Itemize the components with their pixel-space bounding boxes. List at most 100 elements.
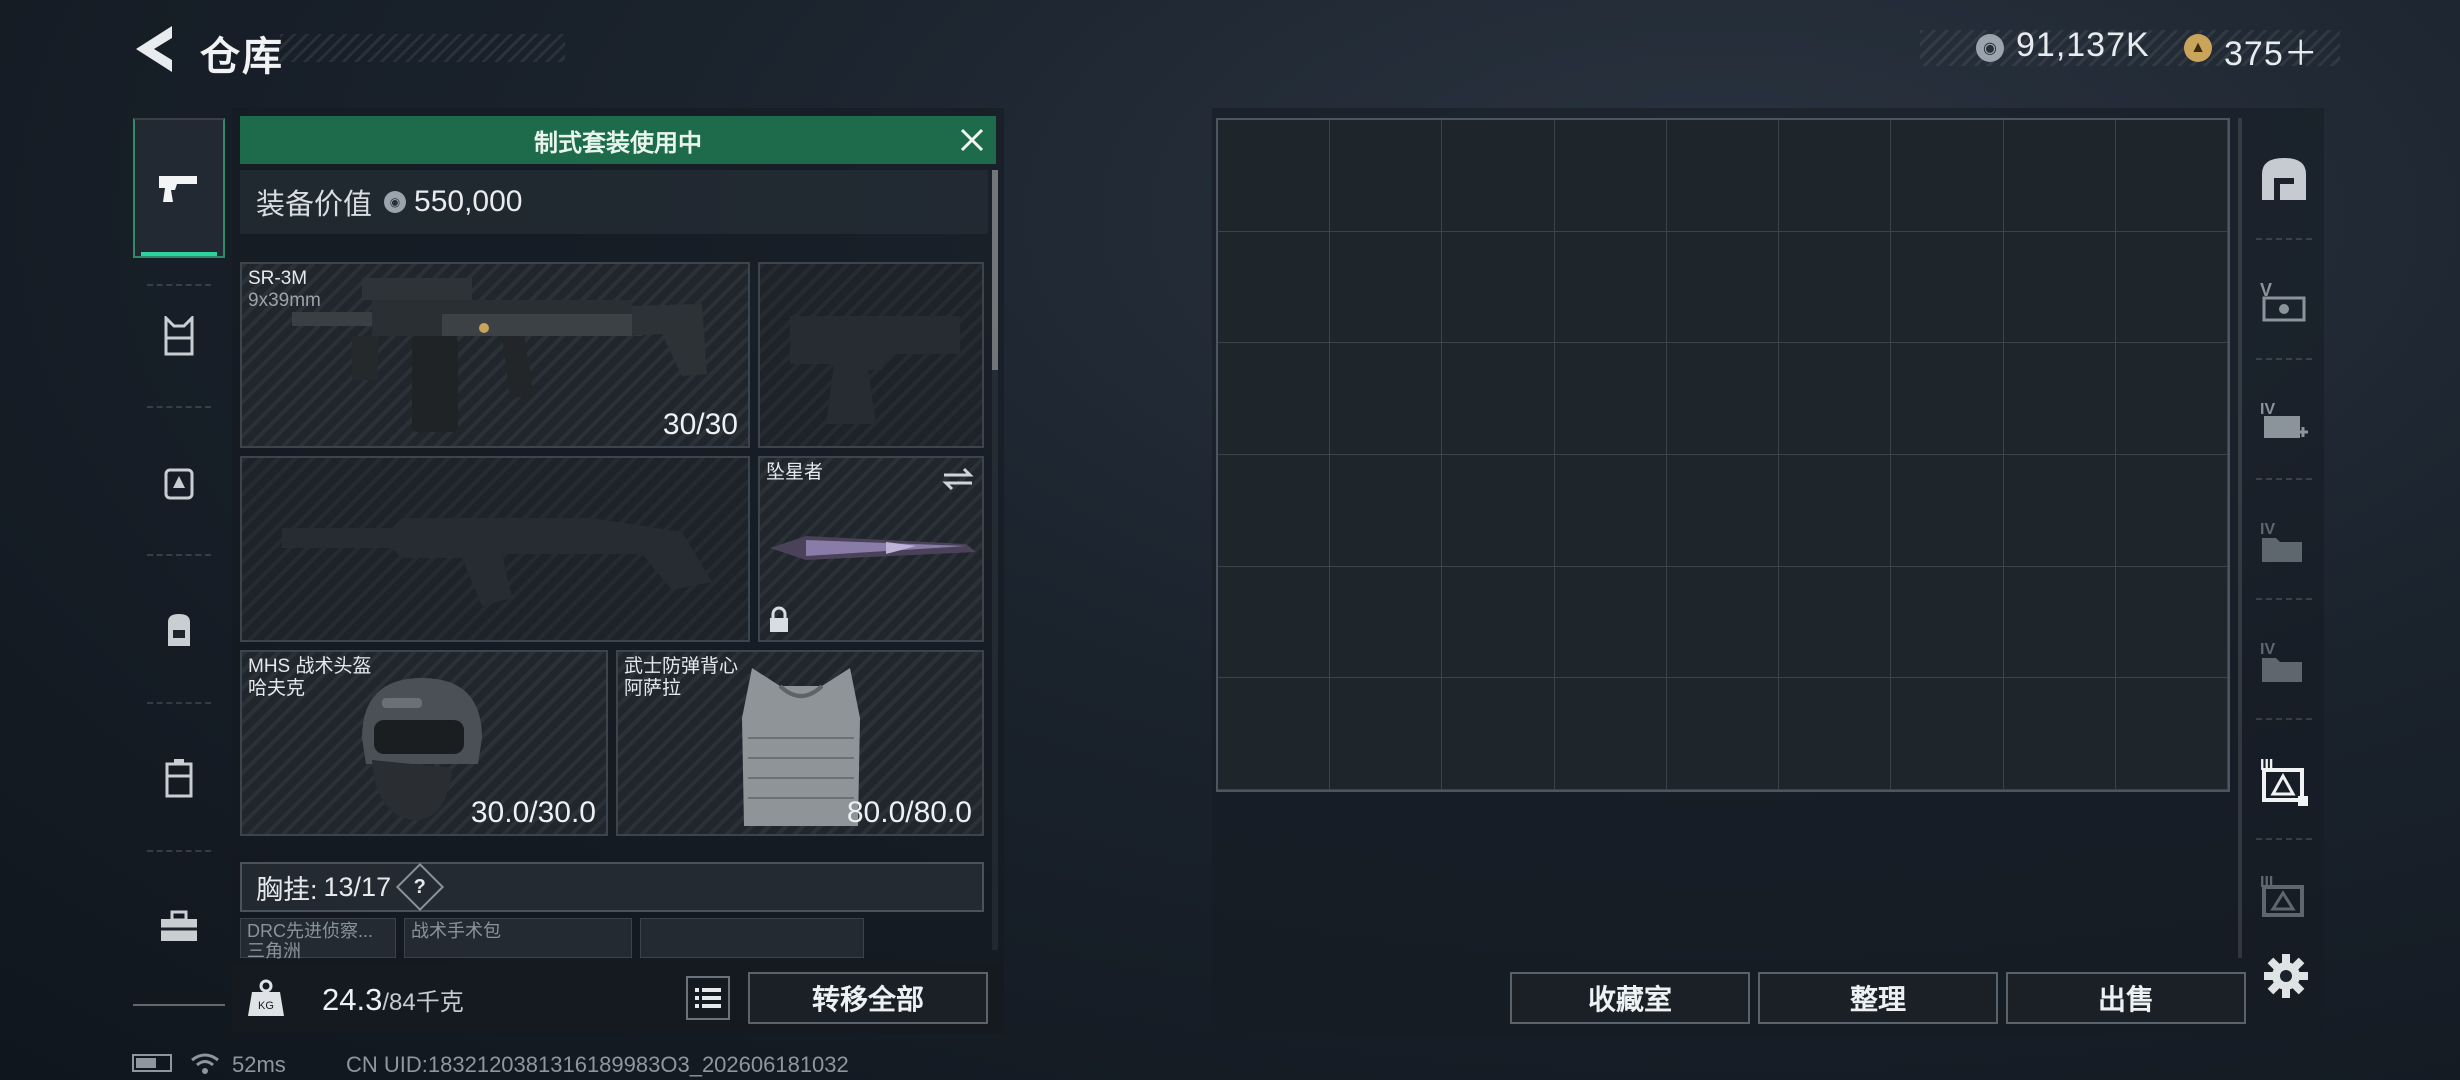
tab-stash-4-a[interactable]: IV xyxy=(2244,480,2324,600)
stash-cell[interactable] xyxy=(2003,120,2116,232)
chest-rig-bar[interactable]: 胸挂: 13/17 ? xyxy=(240,862,984,912)
stash-cell[interactable] xyxy=(2115,231,2228,344)
stash-cell[interactable] xyxy=(1666,343,1780,455)
settings-button[interactable] xyxy=(2262,952,2310,1000)
stash-cell[interactable] xyxy=(1218,231,1331,344)
stash-cell[interactable] xyxy=(1330,678,1443,790)
gold-balance[interactable]: 375＋ xyxy=(2224,26,2319,75)
stash-cell[interactable] xyxy=(1330,231,1443,344)
stash-cell[interactable] xyxy=(1779,678,1892,790)
tab-stash-4-medical[interactable]: IV xyxy=(2244,360,2324,480)
nav-item-rig[interactable] xyxy=(133,414,225,549)
stash-cell[interactable] xyxy=(1442,454,1555,567)
stash-cell[interactable] xyxy=(2115,678,2228,790)
stash-tabs-scrollbar[interactable] xyxy=(2238,118,2242,958)
stash-cell[interactable] xyxy=(1554,120,1667,232)
stash-cell[interactable] xyxy=(1779,231,1892,344)
stash-cell[interactable] xyxy=(1330,566,1443,679)
stash-tier-iv-folder-icon: IV xyxy=(2260,641,2302,682)
stash-cell[interactable] xyxy=(1554,678,1667,790)
rig-item-name: DRC先进侦察... xyxy=(247,921,373,941)
stash-cell[interactable] xyxy=(1218,678,1331,790)
swap-icon[interactable] xyxy=(942,466,974,492)
stash-cell[interactable] xyxy=(1218,566,1331,679)
stash-cell[interactable] xyxy=(2003,454,2116,567)
nav-item-container[interactable] xyxy=(133,710,225,845)
stash-cell[interactable] xyxy=(1442,343,1555,455)
stash-cell[interactable] xyxy=(1891,678,2004,790)
nav-item-toolbox[interactable] xyxy=(133,858,225,993)
sort-button[interactable]: 整理 xyxy=(1758,972,1998,1024)
stash-cell[interactable] xyxy=(1554,566,1667,679)
stash-cell[interactable] xyxy=(1666,566,1780,679)
stash-cell[interactable] xyxy=(1891,343,2004,455)
stash-cell[interactable] xyxy=(1442,120,1555,232)
close-icon[interactable] xyxy=(950,118,994,162)
stash-cell[interactable] xyxy=(2003,343,2116,455)
battery-icon xyxy=(132,1054,172,1072)
stash-cell[interactable] xyxy=(2003,678,2116,790)
nav-item-backpack[interactable] xyxy=(133,562,225,697)
stash-cell[interactable] xyxy=(1666,454,1780,567)
melee-slot[interactable]: 坠星者 xyxy=(758,456,984,642)
weight-limit: /84千克 xyxy=(382,989,464,1016)
stash-tier-v-icon: V xyxy=(2260,280,2306,322)
stash-cell[interactable] xyxy=(1554,454,1667,567)
stash-cell[interactable] xyxy=(2003,566,2116,679)
rig-item-slot[interactable] xyxy=(640,918,864,958)
sell-button[interactable]: 出售 xyxy=(2006,972,2246,1024)
stash-cell[interactable] xyxy=(1218,120,1331,232)
stash-grid[interactable] xyxy=(1216,118,2230,792)
rifle-placeholder-icon xyxy=(282,518,712,606)
tab-stash-5[interactable]: V xyxy=(2244,240,2324,360)
stash-cell[interactable] xyxy=(2115,120,2228,232)
list-view-button[interactable] xyxy=(686,976,730,1020)
stash-cell[interactable] xyxy=(1554,231,1667,344)
stash-cell[interactable] xyxy=(1442,566,1555,679)
stash-cell[interactable] xyxy=(1891,566,2004,679)
tab-stash-4-b[interactable]: IV xyxy=(2244,600,2324,720)
stash-cell[interactable] xyxy=(1891,454,2004,567)
stash-cell[interactable] xyxy=(1666,678,1780,790)
stash-cell[interactable] xyxy=(1554,343,1667,455)
stash-cell[interactable] xyxy=(2115,454,2228,567)
stash-cell[interactable] xyxy=(1330,454,1443,567)
stash-cell[interactable] xyxy=(1330,343,1443,455)
stash-cell[interactable] xyxy=(1666,231,1780,344)
back-arrow-icon[interactable] xyxy=(132,24,176,74)
stash-cell[interactable] xyxy=(1779,120,1892,232)
loadout-scroll-thumb[interactable] xyxy=(992,170,998,370)
tab-stash-3-active[interactable]: III xyxy=(2244,720,2324,840)
vest-slot[interactable]: 武士防弹背心 阿萨拉 80.0/80.0 xyxy=(616,650,984,836)
stash-cell[interactable] xyxy=(1779,343,1892,455)
help-icon[interactable]: ? xyxy=(396,862,445,912)
header-decoration xyxy=(280,34,565,62)
rig-item-slot[interactable]: DRC先进侦察... 三角洲 xyxy=(240,918,396,961)
stash-cell[interactable] xyxy=(2115,343,2228,455)
helmet-slot[interactable]: MHS 战术头盔 哈夫克 30.0/30.0 xyxy=(240,650,608,836)
transfer-all-button[interactable]: 转移全部 xyxy=(748,972,988,1024)
stash-cell[interactable] xyxy=(1218,454,1331,567)
stash-cell[interactable] xyxy=(2003,231,2116,344)
stash-cell[interactable] xyxy=(1218,343,1331,455)
stash-cell[interactable] xyxy=(1666,120,1780,232)
nav-item-armor[interactable] xyxy=(133,268,225,403)
tab-stash-3[interactable]: III xyxy=(2244,840,2324,950)
stash-cell[interactable] xyxy=(2115,566,2228,679)
stash-cell[interactable] xyxy=(1891,120,2004,232)
stash-cell[interactable] xyxy=(1442,678,1555,790)
rig-item-slot[interactable]: 战术手术包 xyxy=(404,918,632,958)
stash-tier-iv-folder-icon: IV xyxy=(2260,521,2302,562)
tab-all-stash[interactable] xyxy=(2244,118,2324,238)
stash-cell[interactable] xyxy=(1330,120,1443,232)
gear-icon xyxy=(2264,954,2308,998)
pistol-slot[interactable] xyxy=(758,262,984,448)
collection-room-button[interactable]: 收藏室 xyxy=(1510,972,1750,1024)
stash-cell[interactable] xyxy=(1779,566,1892,679)
nav-item-weapon[interactable] xyxy=(133,118,225,258)
secondary-weapon-slot[interactable] xyxy=(240,456,750,642)
stash-cell[interactable] xyxy=(1891,231,2004,344)
stash-cell[interactable] xyxy=(1779,454,1892,567)
stash-cell[interactable] xyxy=(1442,231,1555,344)
primary-weapon-slot[interactable]: SR-3M 9x39mm 30/30 xyxy=(240,262,750,448)
